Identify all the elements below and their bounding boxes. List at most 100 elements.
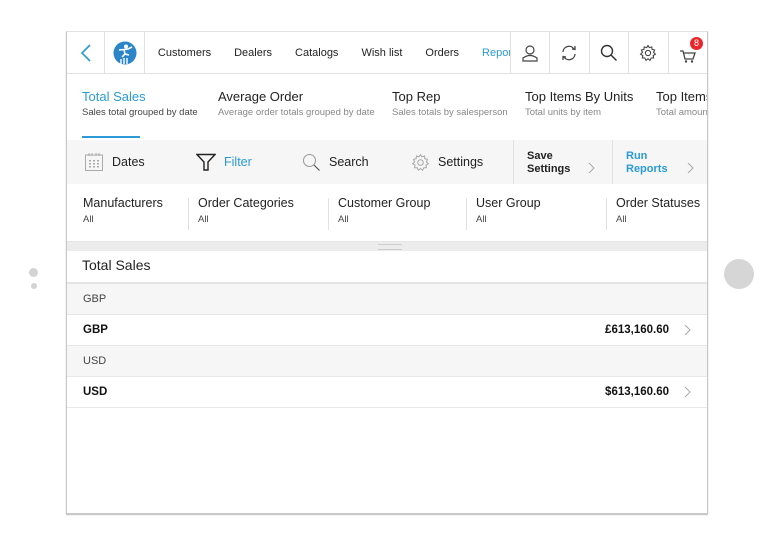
search-report-button[interactable]: Search [302, 140, 369, 184]
filter-value: All [616, 214, 627, 225]
tab-average-order[interactable]: Average Order Average order totals group… [218, 89, 375, 118]
main-nav: Customers Dealers Catalogs Wish list Ord… [145, 32, 510, 73]
filter-value: All [198, 214, 209, 225]
result-row[interactable]: USD $613,160.60 [67, 377, 707, 408]
search-label: Search [329, 155, 369, 169]
nav-orders[interactable]: Orders [425, 47, 459, 59]
chevron-right-icon [588, 162, 595, 174]
row-label: USD [83, 386, 108, 398]
page-dot [29, 268, 38, 277]
filter-label: User Group [476, 196, 541, 210]
results-list: Total Sales GBP GBP £613,160.60 USD USD … [67, 251, 707, 408]
account-button[interactable] [509, 32, 549, 73]
run-reports-button[interactable]: Run Reports [612, 140, 707, 184]
tab-subtitle: Average order totals grouped by date [218, 107, 375, 118]
logo-icon [113, 41, 137, 64]
filter-order-statuses[interactable]: Order Statuses All [606, 196, 701, 230]
drag-handle[interactable] [378, 244, 402, 250]
row-amount: £613,160.60 [605, 324, 669, 336]
filter-label: Order Statuses [616, 196, 701, 210]
filter-bar: Manufacturers All Order Categories All C… [67, 184, 707, 241]
report-tabs: Total Sales Sales total grouped by date … [67, 73, 707, 141]
divider [606, 198, 607, 230]
tab-subtitle: Sales totals by salesperson [392, 107, 508, 118]
filter-value: All [338, 214, 349, 225]
save-line1: Save [527, 150, 553, 162]
report-toolbar: Dates Filter Search Settings Save Setting… [67, 140, 707, 185]
back-button[interactable] [67, 32, 106, 73]
filter-label: Order Categories [198, 196, 294, 210]
tab-title: Top Rep [392, 89, 441, 104]
chevron-right-icon [684, 386, 691, 398]
home-button[interactable] [724, 259, 754, 289]
page-dot [31, 283, 37, 289]
calendar-icon [85, 153, 103, 171]
chevron-right-icon [684, 324, 691, 336]
filter-customer-group[interactable]: Customer Group All [328, 196, 431, 230]
app-logo[interactable] [105, 32, 145, 73]
dates-label: Dates [112, 155, 145, 169]
settings-button[interactable] [628, 32, 667, 73]
app-screen: Customers Dealers Catalogs Wish list Ord… [66, 31, 708, 514]
resize-divider[interactable] [67, 241, 707, 251]
active-tab-indicator [82, 136, 140, 138]
filter-label: Manufacturers [83, 196, 163, 210]
nav-catalogs[interactable]: Catalogs [295, 47, 338, 59]
tab-subtitle: Total amoun [656, 107, 707, 118]
nav-reports[interactable]: Reports [482, 47, 510, 59]
tab-top-items[interactable]: Top Items Total amoun [656, 89, 707, 118]
dates-button[interactable]: Dates [84, 140, 145, 184]
chevron-left-icon [80, 43, 91, 62]
nav-dealers[interactable]: Dealers [234, 47, 272, 59]
nav-customers[interactable]: Customers [158, 47, 211, 59]
tab-top-rep[interactable]: Top Rep Sales totals by salesperson [392, 89, 508, 118]
filter-value: All [83, 214, 94, 225]
tab-title: Top Items [656, 89, 707, 104]
nav-wish-list[interactable]: Wish list [361, 47, 402, 59]
search-button[interactable] [588, 32, 628, 73]
results-title: Total Sales [67, 251, 707, 284]
filter-button[interactable]: Filter [196, 140, 252, 184]
row-label: GBP [83, 324, 108, 336]
search-icon [600, 44, 617, 61]
cart-button[interactable]: 8 [667, 32, 707, 73]
filter-user-group[interactable]: User Group All [466, 196, 541, 230]
filter-manufacturers[interactable]: Manufacturers All [83, 196, 163, 230]
result-row[interactable]: GBP £613,160.60 [67, 315, 707, 346]
tab-title: Average Order [218, 89, 304, 104]
gear-icon [411, 153, 430, 171]
filter-order-categories[interactable]: Order Categories All [188, 196, 294, 230]
settings-report-button[interactable]: Settings [411, 140, 483, 184]
filter-label: Customer Group [338, 196, 431, 210]
cart-icon [679, 49, 696, 63]
cart-badge: 8 [690, 37, 703, 50]
sync-button[interactable] [549, 32, 588, 73]
filter-label: Filter [224, 155, 252, 169]
run-reports-label: Run Reports [626, 150, 668, 176]
search-icon [303, 153, 320, 171]
tab-title: Total Sales [82, 89, 146, 104]
tab-title: Top Items By Units [525, 89, 634, 104]
filter-value: All [476, 214, 487, 225]
tab-subtitle: Total units by item [525, 107, 602, 118]
save-settings-label: Save Settings [527, 150, 570, 176]
group-header: USD [67, 346, 707, 377]
divider [188, 198, 189, 230]
divider [328, 198, 329, 230]
run-line2: Reports [626, 163, 668, 175]
divider [466, 198, 467, 230]
settings-label: Settings [438, 155, 484, 169]
tab-top-items-by-units[interactable]: Top Items By Units Total units by item [525, 89, 633, 118]
row-amount: $613,160.60 [605, 386, 669, 398]
sync-icon [562, 45, 577, 60]
user-icon [522, 44, 538, 62]
run-line1: Run [626, 150, 648, 162]
tab-total-sales[interactable]: Total Sales Sales total grouped by date [82, 89, 198, 118]
group-header: GBP [67, 284, 707, 315]
chevron-right-icon [687, 162, 694, 174]
save-line2: Settings [527, 163, 571, 175]
filter-icon [196, 153, 216, 171]
tab-subtitle: Sales total grouped by date [82, 107, 198, 118]
save-settings-button[interactable]: Save Settings [513, 140, 613, 184]
top-nav: Customers Dealers Catalogs Wish list Ord… [67, 32, 707, 74]
